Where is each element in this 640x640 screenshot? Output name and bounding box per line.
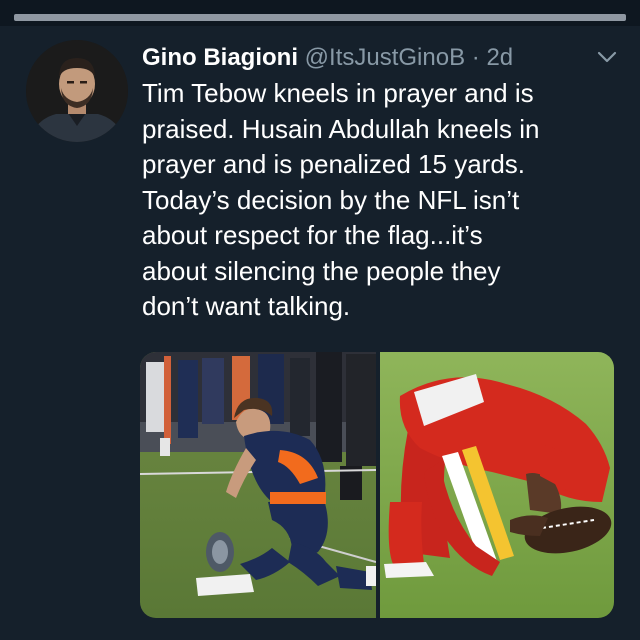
tweet-text-line: Today’s decision by the NFL isn’t xyxy=(142,184,520,215)
separator-dot: · xyxy=(471,44,480,71)
tweet-media xyxy=(140,352,614,618)
tweet-text-line: prayer and is penalized 15 yards. xyxy=(142,149,526,179)
tweet-text-line: praised. Husain Abdullah kneels in xyxy=(142,113,540,144)
kneeling-player-photo-left xyxy=(140,352,376,618)
media-photo-right[interactable] xyxy=(380,352,614,618)
avatar[interactable] xyxy=(26,40,128,142)
tweet-text-line: about respect for the flag...it’s xyxy=(142,220,483,250)
chevron-down-icon[interactable] xyxy=(594,44,620,70)
tweet-text-line: Tim Tebow kneels in prayer and is xyxy=(142,78,534,108)
tweet-text: Tim Tebow kneels in prayer and is praise… xyxy=(142,76,622,325)
author-handle[interactable]: @ItsJustGinoB xyxy=(305,44,465,71)
tweet-timestamp[interactable]: 2d xyxy=(486,44,513,71)
top-bar xyxy=(0,0,640,26)
tweet-text-line: don’t want talking. xyxy=(142,291,351,321)
top-divider xyxy=(14,14,626,21)
user-avatar-image xyxy=(26,40,128,142)
author-name[interactable]: Gino Biagioni xyxy=(142,44,298,71)
tweet-header: Gino Biagioni @ItsJustGinoB · 2d xyxy=(142,40,622,76)
kneeling-player-photo-right xyxy=(380,352,614,618)
tweet-text-line: about silencing the people they xyxy=(142,255,501,286)
media-photo-left[interactable] xyxy=(140,352,376,618)
